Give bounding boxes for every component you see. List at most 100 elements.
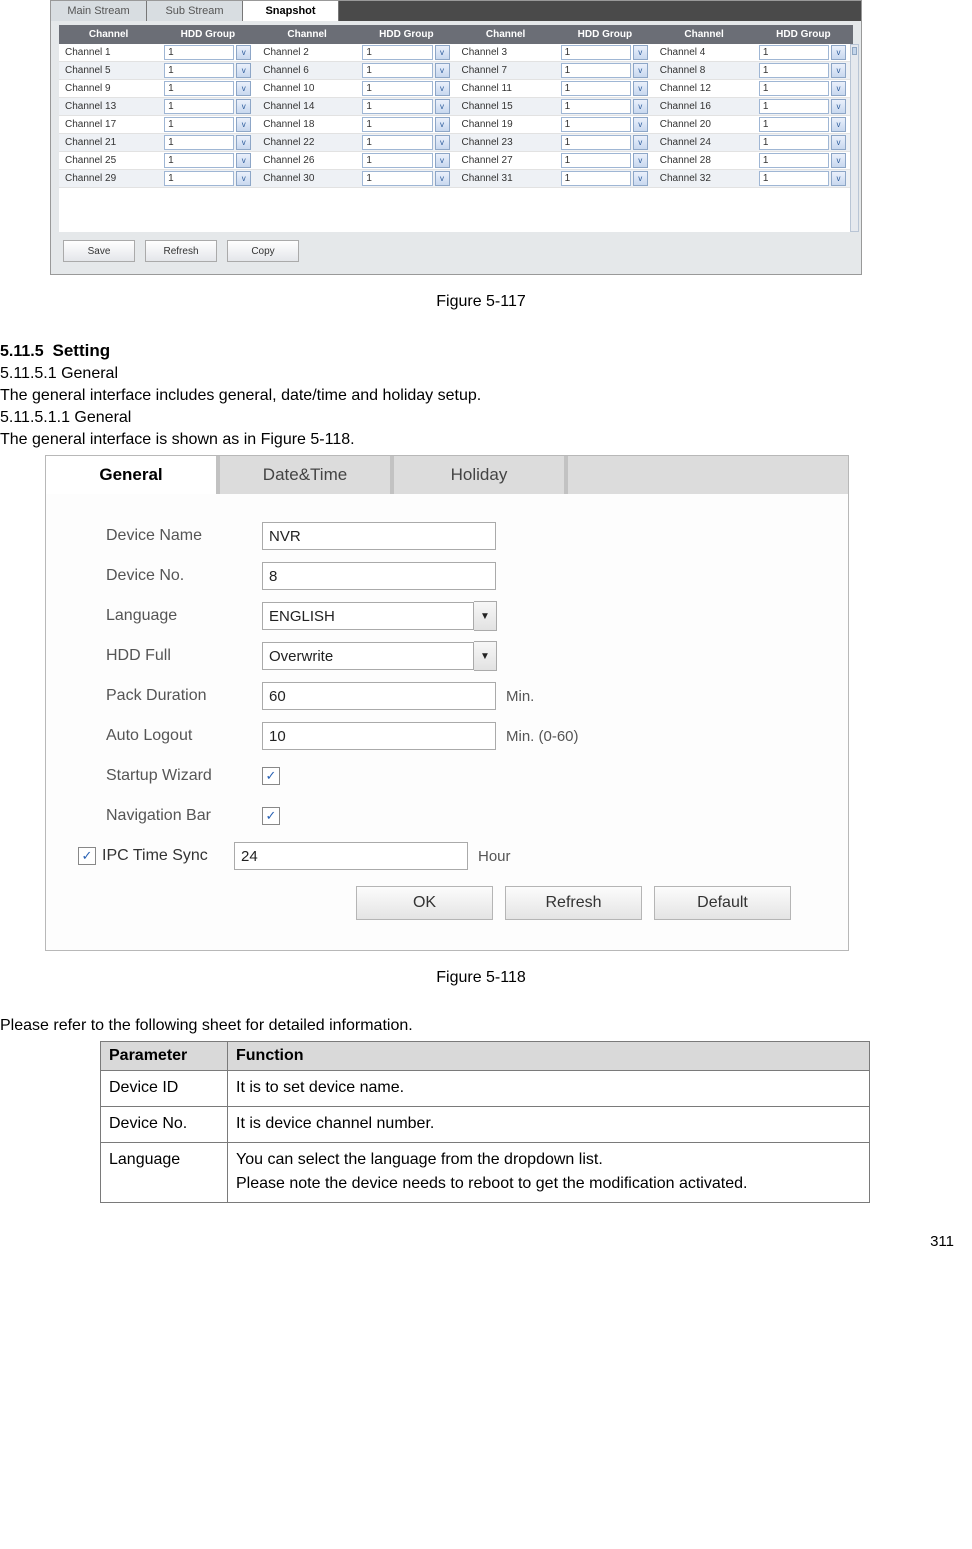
chevron-down-icon[interactable]: v (236, 171, 251, 186)
refresh-button[interactable]: Refresh (145, 240, 217, 262)
tab-date-time[interactable]: Date&Time (220, 456, 394, 494)
hdd-group-select[interactable]: 1v (555, 153, 654, 168)
hdd-group-select[interactable]: 1v (356, 117, 455, 132)
chevron-down-icon[interactable]: ▼ (474, 641, 497, 671)
ok-button[interactable]: OK (356, 886, 493, 920)
chevron-down-icon[interactable]: v (435, 63, 450, 78)
hdd-group-select[interactable]: 1v (753, 45, 852, 60)
hdd-group-select[interactable]: 1v (555, 117, 654, 132)
chevron-down-icon[interactable]: v (236, 153, 251, 168)
chevron-down-icon[interactable]: v (633, 117, 648, 132)
hdd-group-select[interactable]: 1v (356, 135, 455, 150)
ipc-time-sync-checkbox[interactable]: ✓ (78, 847, 96, 865)
chevron-down-icon[interactable]: v (236, 45, 251, 60)
chevron-down-icon[interactable]: v (236, 81, 251, 96)
chevron-down-icon[interactable]: v (831, 99, 846, 114)
save-button[interactable]: Save (63, 240, 135, 262)
copy-button[interactable]: Copy (227, 240, 299, 262)
channel-name: Channel 12 (654, 83, 753, 94)
chevron-down-icon[interactable]: v (831, 171, 846, 186)
ipc-time-sync-input[interactable]: 24 (234, 842, 468, 870)
chevron-down-icon[interactable]: v (435, 135, 450, 150)
chevron-down-icon[interactable]: ▼ (474, 601, 497, 631)
tab-sub-stream[interactable]: Sub Stream (147, 1, 243, 21)
hdd-group-select[interactable]: 1v (158, 99, 257, 114)
hdd-group-select[interactable]: 1v (158, 117, 257, 132)
hdd-group-select[interactable]: 1v (158, 81, 257, 96)
hdd-group-select[interactable]: 1v (753, 63, 852, 78)
chevron-down-icon[interactable]: v (633, 99, 648, 114)
hdd-group-select[interactable]: 1v (753, 135, 852, 150)
device-name-label: Device Name (106, 527, 262, 545)
chevron-down-icon[interactable]: v (633, 63, 648, 78)
chevron-down-icon[interactable]: v (435, 171, 450, 186)
tab-general[interactable]: General (46, 456, 220, 494)
channel-name: Channel 14 (257, 101, 356, 112)
chevron-down-icon[interactable]: v (831, 117, 846, 132)
chevron-down-icon[interactable]: v (236, 117, 251, 132)
tab-snapshot[interactable]: Snapshot (243, 1, 339, 21)
chevron-down-icon[interactable]: v (435, 99, 450, 114)
hdd-group-select[interactable]: 1v (753, 81, 852, 96)
language-label: Language (106, 607, 262, 625)
scrollbar-thumb[interactable] (852, 47, 857, 55)
hdd-group-select[interactable]: 1v (158, 153, 257, 168)
hdd-group-select[interactable]: 1v (158, 63, 257, 78)
chevron-down-icon[interactable]: v (831, 135, 846, 150)
device-name-input[interactable]: NVR (262, 522, 496, 550)
hdd-group-select[interactable]: 1v (555, 45, 654, 60)
chevron-down-icon[interactable]: v (633, 135, 648, 150)
language-select[interactable]: ENGLISH (262, 602, 474, 630)
channel-name: Channel 23 (456, 137, 555, 148)
chevron-down-icon[interactable]: v (831, 45, 846, 60)
hdd-full-select[interactable]: Overwrite (262, 642, 474, 670)
hdd-group-select[interactable]: 1v (753, 153, 852, 168)
hdd-group-select[interactable]: 1v (158, 45, 257, 60)
hdd-group-select[interactable]: 1v (356, 99, 455, 114)
chevron-down-icon[interactable]: v (236, 63, 251, 78)
hdd-group-select[interactable]: 1v (158, 135, 257, 150)
hdd-group-select[interactable]: 1v (356, 81, 455, 96)
hdd-group-select[interactable]: 1v (356, 45, 455, 60)
chevron-down-icon[interactable]: v (435, 81, 450, 96)
device-no-input[interactable]: 8 (262, 562, 496, 590)
hdd-group-select[interactable]: 1v (555, 81, 654, 96)
chevron-down-icon[interactable]: v (435, 153, 450, 168)
chevron-down-icon[interactable]: v (633, 45, 648, 60)
chevron-down-icon[interactable]: v (831, 153, 846, 168)
navigation-bar-checkbox[interactable]: ✓ (262, 807, 280, 825)
hdd-group-select[interactable]: 1v (555, 99, 654, 114)
chevron-down-icon[interactable]: v (435, 45, 450, 60)
hdd-group-select[interactable]: 1v (753, 99, 852, 114)
hdd-group-select[interactable]: 1v (356, 153, 455, 168)
hdd-group-select[interactable]: 1v (356, 171, 455, 186)
hdd-group-select[interactable]: 1v (555, 135, 654, 150)
chevron-down-icon[interactable]: v (831, 63, 846, 78)
hdd-group-select[interactable]: 1v (356, 63, 455, 78)
chevron-down-icon[interactable]: v (633, 171, 648, 186)
default-button[interactable]: Default (654, 886, 791, 920)
chevron-down-icon[interactable]: v (236, 135, 251, 150)
tab-holiday[interactable]: Holiday (394, 456, 568, 494)
hdd-group-select[interactable]: 1v (753, 171, 852, 186)
auto-logout-input[interactable]: 10 (262, 722, 496, 750)
chevron-down-icon[interactable]: v (633, 153, 648, 168)
refresh-button[interactable]: Refresh (505, 886, 642, 920)
hdd-group-select[interactable]: 1v (555, 63, 654, 78)
snapshot-table-header: Channel HDD Group Channel HDD Group Chan… (59, 25, 853, 44)
chevron-down-icon[interactable]: v (435, 117, 450, 132)
scrollbar[interactable] (850, 44, 859, 232)
pack-duration-input[interactable]: 60 (262, 682, 496, 710)
channel-name: Channel 8 (654, 65, 753, 76)
pack-duration-label: Pack Duration (106, 687, 262, 705)
hdd-group-select[interactable]: 1v (753, 117, 852, 132)
paragraph: The general interface is shown as in Fig… (0, 431, 962, 449)
tab-main-stream[interactable]: Main Stream (51, 1, 147, 21)
hdd-group-select[interactable]: 1v (555, 171, 654, 186)
chevron-down-icon[interactable]: v (236, 99, 251, 114)
channel-name: Channel 28 (654, 155, 753, 166)
chevron-down-icon[interactable]: v (633, 81, 648, 96)
hdd-group-select[interactable]: 1v (158, 171, 257, 186)
chevron-down-icon[interactable]: v (831, 81, 846, 96)
startup-wizard-checkbox[interactable]: ✓ (262, 767, 280, 785)
